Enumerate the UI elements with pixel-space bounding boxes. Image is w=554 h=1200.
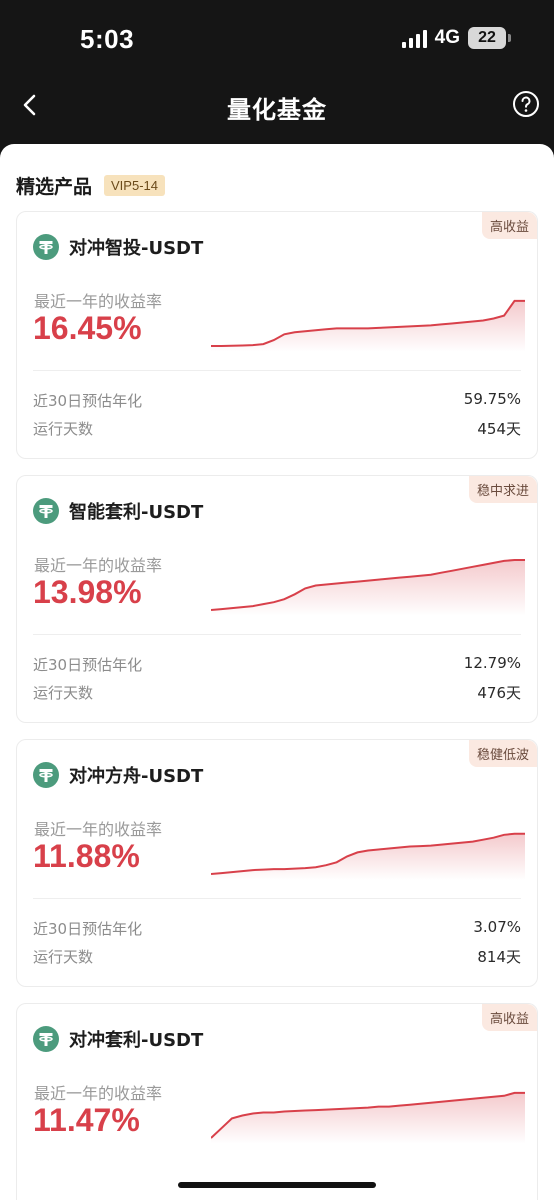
content-sheet: 精选产品 VIP5-14 高收益 对冲智投-USDT 最近一年的收益率 16.4…	[0, 144, 554, 1200]
days-label: 运行天数	[33, 420, 94, 438]
signal-icon	[401, 28, 427, 48]
return-label: 最近一年的收益率	[34, 556, 163, 575]
help-icon[interactable]	[512, 90, 540, 118]
return-sparkline	[211, 832, 525, 880]
divider	[33, 898, 521, 899]
product-tag: 稳中求进	[468, 476, 537, 503]
tether-coin-icon	[33, 234, 59, 260]
nav-bar: 量化基金	[0, 76, 554, 142]
page-title: 量化基金	[227, 96, 327, 124]
days-value: 476天	[477, 684, 521, 702]
product-name: 对冲方舟-USDT	[69, 766, 204, 787]
divider	[33, 370, 521, 371]
return-value: 16.45%	[33, 310, 142, 346]
return-sparkline	[211, 559, 525, 616]
days-value: 814天	[477, 948, 521, 966]
days-label: 运行天数	[33, 948, 94, 966]
battery-icon: 22	[468, 27, 511, 49]
return-sparkline	[211, 1091, 525, 1144]
home-indicator	[178, 1182, 376, 1188]
section-title: 精选产品	[16, 176, 93, 198]
sparkline-area	[211, 560, 525, 616]
product-name: 对冲智投-USDT	[69, 238, 204, 259]
days-value: 454天	[477, 420, 521, 438]
apy30-value: 59.75%	[463, 390, 521, 408]
days-label: 运行天数	[33, 684, 94, 702]
product-card[interactable]: 稳健低波 对冲方舟-USDT 最近一年的收益率 11.88% 近30日预估年化 …	[16, 739, 538, 987]
product-card[interactable]: 高收益 对冲智投-USDT 最近一年的收益率 16.45% 近30日预估年化 5…	[16, 211, 538, 459]
return-label: 最近一年的收益率	[34, 1084, 163, 1103]
product-name: 对冲套利-USDT	[69, 1030, 204, 1051]
tether-coin-icon	[33, 498, 59, 524]
apy30-value: 3.07%	[473, 918, 521, 936]
section-header: 精选产品 VIP5-14	[16, 172, 165, 199]
status-indicators: 4G 22	[401, 27, 511, 49]
status-bar: 5:03 4G 22	[0, 0, 554, 76]
product-name: 智能套利-USDT	[69, 502, 204, 523]
tether-coin-icon	[33, 1026, 59, 1052]
return-value: 13.98%	[33, 574, 142, 610]
vip-badge: VIP5-14	[104, 175, 165, 196]
return-value: 11.88%	[33, 838, 140, 874]
product-tag: 高收益	[481, 1004, 537, 1031]
product-tag: 高收益	[481, 212, 537, 239]
apy30-label: 近30日预估年化	[33, 392, 143, 410]
tether-coin-icon	[33, 762, 59, 788]
sparkline-area	[211, 1092, 525, 1144]
return-value: 11.47%	[33, 1102, 140, 1138]
product-card[interactable]: 稳中求进 智能套利-USDT 最近一年的收益率 13.98% 近30日预估年化 …	[16, 475, 538, 723]
apy30-value: 12.79%	[463, 654, 521, 672]
network-label: 4G	[434, 27, 460, 48]
product-tag: 稳健低波	[468, 740, 537, 767]
product-card[interactable]: 高收益 对冲套利-USDT 最近一年的收益率 11.47%	[16, 1003, 538, 1200]
divider	[33, 634, 521, 635]
return-sparkline	[211, 299, 525, 352]
status-time: 5:03	[80, 24, 135, 54]
return-label: 最近一年的收益率	[34, 292, 163, 311]
return-label: 最近一年的收益率	[34, 820, 163, 839]
apy30-label: 近30日预估年化	[33, 656, 143, 674]
apy30-label: 近30日预估年化	[33, 920, 143, 938]
